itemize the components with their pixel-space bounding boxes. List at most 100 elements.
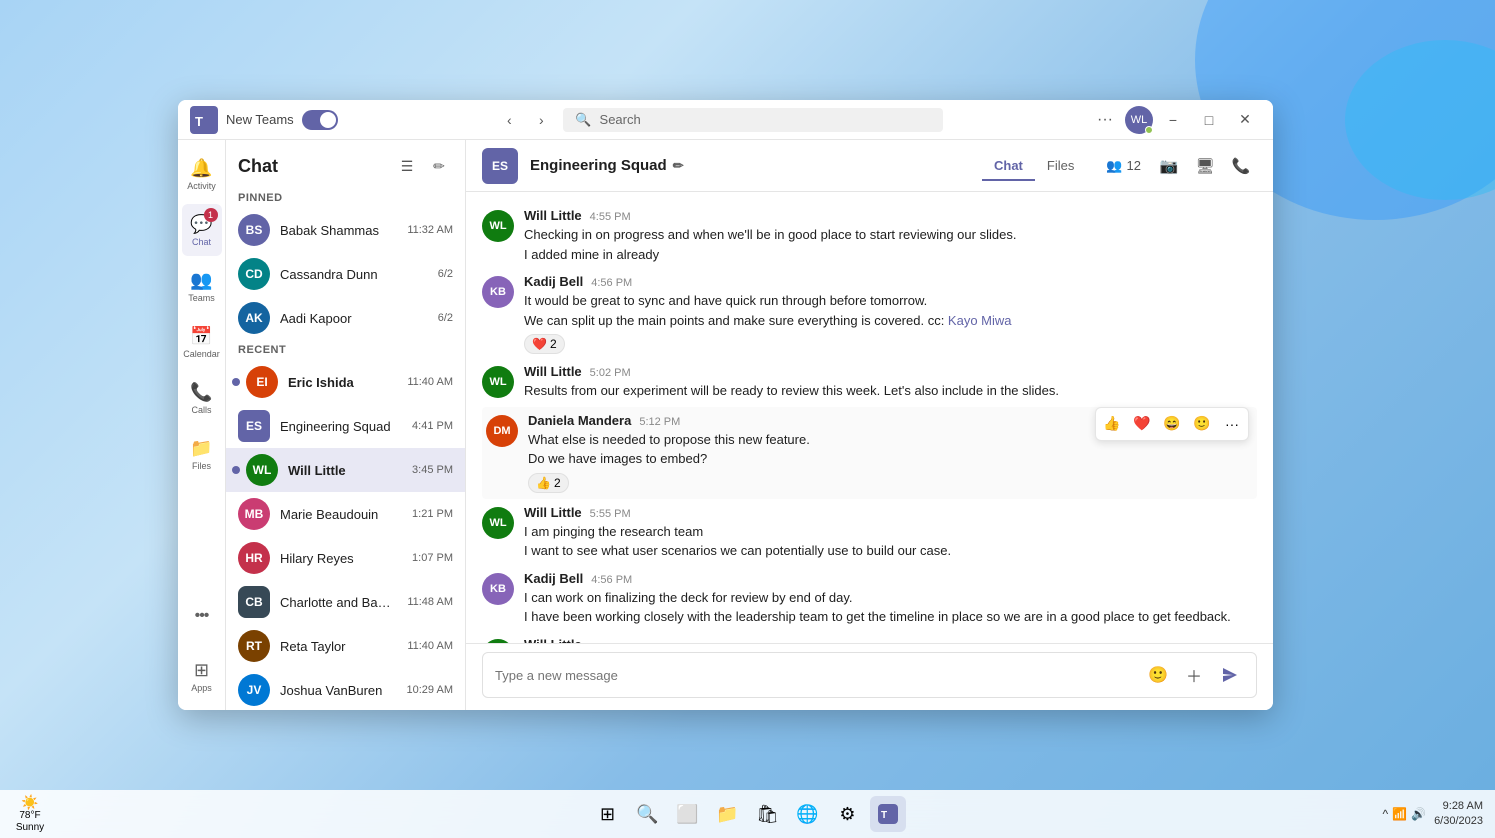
react-laugh[interactable]: 😄 <box>1158 410 1186 438</box>
back-button[interactable]: ‹ <box>495 106 523 134</box>
taskbar-weather[interactable]: ☀️ 78°F Sunny <box>12 796 48 832</box>
react-heart[interactable]: ❤️ <box>1128 410 1156 438</box>
close-button[interactable]: ✕ <box>1229 104 1261 136</box>
call-button[interactable]: 📞 <box>1225 150 1257 182</box>
chat-time-reta: 11:40 AM <box>407 640 453 652</box>
message-input-box: 🙂 ＋ <box>482 652 1257 698</box>
taskbar-chevron[interactable]: ^ <box>1383 807 1389 821</box>
msg-content-2: Kadij Bell 4:56 PM It would be great to … <box>524 274 1257 354</box>
msg-text-1a: Checking in on progress and when we'll b… <box>524 225 1257 245</box>
reaction-count-4: 2 <box>554 476 561 490</box>
chat-name-will: Will Little <box>288 463 402 478</box>
chat-name-aadi: Aadi Kapoor <box>280 311 428 326</box>
more-options-button[interactable]: ··· <box>1089 104 1121 136</box>
send-icon <box>1222 667 1238 683</box>
msg-content-6: Kadij Bell 4:56 PM I can work on finaliz… <box>524 571 1257 627</box>
taskbar-settings-button[interactable]: ⚙ <box>830 796 866 832</box>
react-more[interactable]: 🙂 <box>1188 410 1216 438</box>
mention-kayo[interactable]: Kayo Miwa <box>948 313 1012 328</box>
taskbar-teams-icon: T <box>878 804 898 824</box>
sidebar-item-activity[interactable]: 🔔 Activity <box>182 148 222 200</box>
message-input[interactable] <box>495 668 1136 683</box>
avatar-will: WL <box>246 454 278 486</box>
new-teams-label: New Teams <box>226 112 294 127</box>
taskbar-browser-button[interactable]: 📁 <box>710 796 746 832</box>
taskbar-taskview-button[interactable]: ⬜ <box>670 796 706 832</box>
msg-avatar-will-4: WL <box>482 639 514 644</box>
video-meeting-button[interactable]: 📷 <box>1153 150 1185 182</box>
chat-item-joshua[interactable]: JV Joshua VanBuren 10:29 AM <box>226 668 465 710</box>
chat-info-charlotte-babak: Charlotte and Babak <box>280 595 397 610</box>
new-teams-toggle[interactable] <box>302 110 338 130</box>
search-box[interactable]: 🔍 Search <box>563 108 943 132</box>
reaction-4[interactable]: 👍 2 <box>528 473 569 493</box>
msg-sender-5: Will Little <box>524 505 582 520</box>
msg-avatar-kadij-1: KB <box>482 276 514 308</box>
chat-item-engineering-squad[interactable]: ES Engineering Squad 4:41 PM <box>226 404 465 448</box>
chat-name-engineering-squad: Engineering Squad <box>280 419 402 434</box>
tab-chat[interactable]: Chat <box>982 152 1035 181</box>
msg-avatar-will-3: WL <box>482 507 514 539</box>
tab-files[interactable]: Files <box>1035 152 1086 181</box>
chat-item-charlotte-babak[interactable]: CB Charlotte and Babak 11:48 AM <box>226 580 465 624</box>
chat-item-aadi[interactable]: AK Aadi Kapoor 6/2 <box>226 296 465 340</box>
msg-time-5: 5:55 PM <box>590 508 631 520</box>
sidebar-item-calls[interactable]: 📞 Calls <box>182 372 222 424</box>
taskbar-store-button[interactable]: 🛍 <box>750 796 786 832</box>
react-thumbs-up[interactable]: 👍 <box>1098 410 1126 438</box>
chat-item-will[interactable]: WL Will Little 3:45 PM <box>226 448 465 492</box>
new-chat-button[interactable]: ✏ <box>425 152 453 180</box>
emoji-button[interactable]: 🙂 <box>1144 661 1172 689</box>
sidebar-item-more[interactable]: ••• <box>182 590 222 642</box>
taskbar-clock[interactable]: 9:28 AM 6/30/2023 <box>1434 799 1483 830</box>
screen-share-button[interactable]: 🖥 <box>1189 150 1221 182</box>
taskbar-search-button[interactable]: 🔍 <box>630 796 666 832</box>
user-status-dot <box>1145 126 1153 134</box>
nav-buttons: ‹ › <box>495 106 555 134</box>
chat-item-hilary[interactable]: HR Hilary Reyes 1:07 PM <box>226 536 465 580</box>
sidebar-item-apps[interactable]: ⊞ Apps <box>182 650 222 702</box>
sidebar-item-chat[interactable]: 💬 1 Chat <box>182 204 222 256</box>
chat-info-cassandra: Cassandra Dunn <box>280 267 428 282</box>
msg-header-2: Kadij Bell 4:56 PM <box>524 274 1257 289</box>
avatar-cassandra: CD <box>238 258 270 290</box>
minimize-button[interactable]: − <box>1157 104 1189 136</box>
taskbar-edge-button[interactable]: 🌐 <box>790 796 826 832</box>
sidebar-item-calendar[interactable]: 📅 Calendar <box>182 316 222 368</box>
network-icon[interactable]: 📶 <box>1392 807 1407 821</box>
chat-info-reta: Reta Taylor <box>280 639 397 654</box>
send-button[interactable] <box>1216 661 1244 689</box>
taskbar-windows-button[interactable]: ⊞ <box>590 796 626 832</box>
chat-time-babak: 11:32 AM <box>407 224 453 236</box>
user-avatar[interactable]: WL <box>1125 106 1153 134</box>
chat-item-eric[interactable]: EI Eric Ishida 11:40 AM <box>226 360 465 404</box>
reaction-2[interactable]: ❤️ 2 <box>524 334 565 354</box>
message-more-options[interactable]: ··· <box>1218 410 1246 438</box>
forward-button[interactable]: › <box>527 106 555 134</box>
chat-info-joshua: Joshua VanBuren <box>280 683 397 698</box>
message-2: KB Kadij Bell 4:56 PM It would be great … <box>482 270 1257 358</box>
unread-indicator-eric <box>232 378 240 386</box>
chat-time-joshua: 10:29 AM <box>407 684 453 696</box>
maximize-button[interactable]: □ <box>1193 104 1225 136</box>
taskbar-teams-button[interactable]: T <box>870 796 906 832</box>
participants-button[interactable]: 👥 12 <box>1098 154 1149 178</box>
reaction-count-2: 2 <box>550 337 557 351</box>
chat-info-hilary: Hilary Reyes <box>280 551 402 566</box>
msg-avatar-will-1: WL <box>482 210 514 242</box>
title-bar: T New Teams ‹ › 🔍 Search ··· WL − □ ✕ <box>178 100 1273 140</box>
msg-header-7: Will Little <box>524 637 1257 644</box>
chat-item-marie[interactable]: MB Marie Beaudouin 1:21 PM <box>226 492 465 536</box>
chat-item-reta[interactable]: RT Reta Taylor 11:40 AM <box>226 624 465 668</box>
sidebar-item-teams[interactable]: 👥 Teams <box>182 260 222 312</box>
volume-icon[interactable]: 🔊 <box>1411 807 1426 821</box>
chat-item-babak[interactable]: BS Babak Shammas 11:32 AM <box>226 208 465 252</box>
edit-name-icon[interactable]: ✏ <box>673 158 684 174</box>
attach-button[interactable]: ＋ <box>1180 661 1208 689</box>
chat-time-charlotte-babak: 11:48 AM <box>407 596 453 608</box>
chat-time-marie: 1:21 PM <box>412 508 453 520</box>
chat-name-cassandra: Cassandra Dunn <box>280 267 428 282</box>
sidebar-item-files[interactable]: 📁 Files <box>182 428 222 480</box>
filter-button[interactable]: ☰ <box>393 152 421 180</box>
chat-item-cassandra[interactable]: CD Cassandra Dunn 6/2 <box>226 252 465 296</box>
